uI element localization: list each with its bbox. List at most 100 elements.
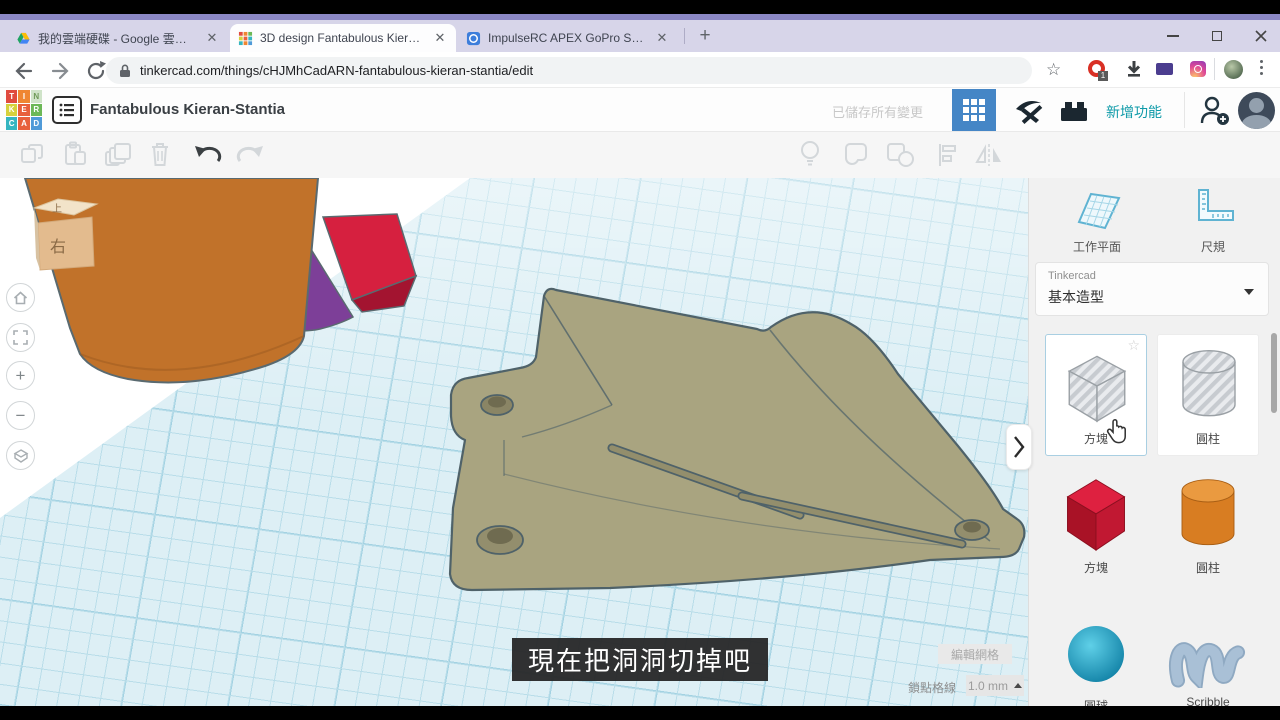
instagram-icon[interactable]: [1190, 61, 1206, 77]
show-all-lightbulb-icon[interactable]: [798, 140, 822, 168]
forward-icon[interactable]: [48, 59, 72, 83]
minimize-button[interactable]: [1158, 20, 1188, 52]
extension-badge: 1: [1098, 71, 1108, 81]
perspective-icon: [13, 448, 28, 463]
zoom-in-button[interactable]: +: [6, 361, 35, 390]
tab-tinkercad[interactable]: 3D design Fantabulous Kieran-St ✕: [230, 24, 456, 52]
video-subtitle: 現在把洞洞切掉吧: [511, 638, 769, 681]
sphere-thumb: [1068, 626, 1124, 682]
box-hole-thumb: [1067, 355, 1127, 423]
delete-icon[interactable]: [148, 141, 172, 167]
extension2-icon[interactable]: [1156, 63, 1173, 75]
tab-close-icon[interactable]: ✕: [432, 30, 448, 46]
download-icon[interactable]: [1124, 59, 1144, 79]
tab-impulserc[interactable]: ImpulseRC APEX GoPro Session C ✕: [458, 24, 678, 52]
close-button[interactable]: [1246, 20, 1276, 52]
shape-sphere[interactable]: 圓球: [1045, 622, 1147, 714]
minecraft-pickaxe-icon[interactable]: [1012, 96, 1044, 126]
avatar-body: [1242, 115, 1271, 129]
shape-cylinder-hole[interactable]: 圓柱: [1157, 334, 1259, 456]
shape-box-hole[interactable]: ☆ 方塊: [1045, 334, 1147, 456]
mirror-icon[interactable]: [974, 142, 1004, 168]
bottom-letterbox: [0, 706, 1280, 720]
workplane-label: 工作平面: [1072, 240, 1121, 254]
caret-up-icon: [1014, 683, 1022, 688]
lock-icon: [120, 64, 130, 77]
extension-icon[interactable]: 1: [1088, 60, 1108, 81]
tan-mount-model[interactable]: [448, 287, 1026, 592]
ruler-tool[interactable]: 尺規: [1153, 186, 1273, 255]
undo-icon[interactable]: [192, 143, 222, 167]
tab-divider: [684, 28, 685, 44]
library-brand: Tinkercad: [1048, 270, 1096, 282]
redo-icon[interactable]: [236, 143, 266, 167]
shape-scribble[interactable]: Scribble: [1157, 628, 1259, 709]
invite-user-icon[interactable]: [1198, 94, 1232, 126]
paste-icon[interactable]: [62, 141, 88, 167]
group-icon[interactable]: [842, 142, 872, 168]
home-icon: [13, 290, 28, 304]
design-title[interactable]: Fantabulous Kieran-Stantia: [90, 101, 285, 118]
brick-icon[interactable]: [1058, 98, 1090, 124]
url-bar[interactable]: tinkercad.com/things/cHJMhCadARN-fantabu…: [106, 57, 1032, 84]
restore-icon: [1212, 31, 1222, 41]
save-status: 已儲存所有變更: [832, 105, 924, 120]
zoom-out-button[interactable]: −: [6, 401, 35, 430]
copy-icon[interactable]: [20, 143, 46, 167]
tinkercad-icon: [238, 31, 253, 45]
tinkercad-logo[interactable]: T I N K E R C A D: [6, 90, 42, 130]
fit-view-icon: [13, 330, 28, 345]
view-cube-front-label: 右: [50, 238, 66, 256]
shapes-sidebar: 工作平面 尺規 Tinkercad 基本造型 ☆ 方塊 圓柱 方塊 圓柱 Scr…: [1028, 178, 1280, 713]
header-divider: [1184, 92, 1185, 128]
duplicate-icon[interactable]: [104, 142, 132, 168]
whats-new-link[interactable]: 新增功能: [1106, 102, 1162, 122]
minimize-icon: [1167, 35, 1179, 37]
back-icon[interactable]: [12, 59, 36, 83]
shape-label: 方塊: [1083, 561, 1108, 575]
sidebar-scrollbar[interactable]: [1271, 333, 1277, 413]
chrome-menu-icon[interactable]: [1260, 60, 1264, 78]
edit-grid-button[interactable]: 編輯網格: [938, 644, 1012, 664]
design-properties-button[interactable]: [52, 96, 82, 124]
ruler-label: 尺規: [1200, 240, 1225, 254]
shape-label: 方塊: [1083, 432, 1108, 446]
url-text: tinkercad.com/things/cHJMhCadARN-fantabu…: [140, 63, 534, 78]
chevron-right-icon: [1014, 436, 1025, 458]
shape-library-dropdown[interactable]: Tinkercad 基本造型: [1035, 262, 1269, 316]
list-icon: [59, 103, 74, 117]
user-avatar[interactable]: [1238, 92, 1275, 129]
tab-close-icon[interactable]: ✕: [654, 30, 670, 46]
tab-google-drive[interactable]: 我的雲端硬碟 - Google 雲端硬碟 ✕: [8, 24, 228, 52]
3d-viewport[interactable]: 上 右 + −: [0, 178, 1028, 706]
home-view-button[interactable]: [6, 283, 35, 312]
tab-title: 我的雲端硬碟 - Google 雲端硬碟: [38, 31, 197, 46]
reload-icon[interactable]: [84, 59, 108, 83]
panel-collapse-handle[interactable]: [1006, 424, 1032, 470]
fit-view-button[interactable]: [6, 323, 35, 352]
snap-grid-label: 鎖點格線: [908, 681, 957, 695]
align-icon[interactable]: [934, 142, 960, 168]
workplane-icon: [1077, 192, 1121, 230]
snap-grid-dropdown[interactable]: 1.0 mm: [966, 675, 1024, 696]
cylinder-hole-thumb: [1182, 350, 1236, 417]
new-tab-button[interactable]: +: [692, 23, 718, 49]
ruler-icon: [1198, 189, 1234, 221]
profile-avatar[interactable]: [1224, 60, 1243, 79]
google-drive-icon: [17, 32, 30, 44]
scribble-thumb: [1169, 642, 1246, 692]
tab-title: 3D design Fantabulous Kieran-St: [260, 31, 425, 45]
restore-button[interactable]: [1202, 20, 1232, 52]
workplane-tool[interactable]: 工作平面: [1037, 186, 1157, 255]
shape-cylinder-solid[interactable]: 圓柱: [1157, 476, 1259, 576]
tab-title: ImpulseRC APEX GoPro Session C: [488, 31, 647, 45]
tab-close-icon[interactable]: ✕: [204, 30, 220, 46]
dashboard-button[interactable]: [952, 89, 996, 131]
orange-cylinder-thumb: [1181, 479, 1235, 546]
ungroup-icon[interactable]: [886, 142, 916, 168]
perspective-toggle-button[interactable]: [6, 441, 35, 470]
bookmark-star-icon[interactable]: ☆: [1046, 60, 1061, 80]
screen: 我的雲端硬碟 - Google 雲端硬碟 ✕ 3D design Fantabu…: [0, 0, 1280, 720]
shape-label: 圓柱: [1195, 432, 1220, 446]
shape-box-solid[interactable]: 方塊: [1045, 472, 1147, 576]
